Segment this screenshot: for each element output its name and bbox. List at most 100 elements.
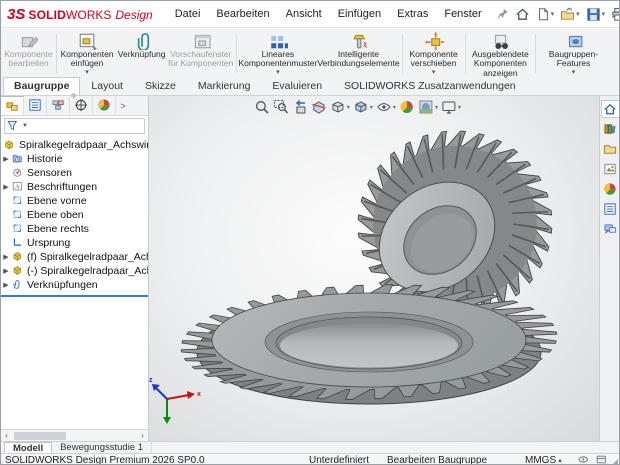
panel-tab-displaymanager[interactable] bbox=[93, 96, 116, 115]
status-panel-icon[interactable] bbox=[595, 455, 609, 465]
dropdown-caret-icon[interactable]: ▾ bbox=[370, 104, 373, 111]
filter-caret-icon[interactable]: ▼ bbox=[22, 123, 28, 129]
unit-system-caret-icon[interactable]: ▲ bbox=[557, 458, 563, 464]
open-button[interactable]: ▾ bbox=[557, 5, 583, 24]
unit-system-selector[interactable]: MMGS bbox=[525, 455, 556, 465]
ribbon-button-lineares-komponentenmuster[interactable]: Lineares Komponentenmuster▾ bbox=[238, 30, 317, 77]
expand-arrow-icon[interactable]: ▶ bbox=[1, 183, 11, 191]
dropdown-caret-icon[interactable]: ▾ bbox=[602, 10, 606, 18]
tree-item-sensors[interactable]: Sensoren bbox=[1, 166, 148, 180]
apply-scene-button[interactable]: ▾ bbox=[418, 99, 438, 115]
view-orientation-button[interactable]: ▾ bbox=[330, 99, 350, 115]
tab-baugruppe[interactable]: Baugruppe bbox=[3, 77, 80, 95]
dropdown-caret-icon[interactable]: ▾ bbox=[572, 69, 576, 78]
ribbon-button-ausgeblendete-komponenten-anzeigen[interactable]: Ausgeblendete Komponenten anzeigen bbox=[468, 30, 534, 77]
appearances-button[interactable] bbox=[601, 180, 620, 198]
dropdown-caret-icon[interactable]: ▾ bbox=[458, 104, 461, 111]
expand-arrow-icon[interactable]: ▶ bbox=[1, 253, 11, 261]
tab-skizze[interactable]: Skizze bbox=[134, 77, 187, 95]
expand-arrow-icon[interactable]: ▶ bbox=[1, 155, 11, 163]
pin-button[interactable] bbox=[494, 5, 512, 23]
zoom-to-fit-button[interactable] bbox=[254, 99, 270, 115]
forum-button[interactable] bbox=[601, 220, 620, 238]
print-button[interactable]: ▾ bbox=[608, 5, 620, 24]
tree-item-plane[interactable]: Ebene oben bbox=[1, 208, 148, 222]
tree-item-annotations[interactable]: ▶ABeschriftungen bbox=[1, 180, 148, 194]
section-view-button[interactable] bbox=[311, 99, 327, 115]
tree-item-label: Spiralkegelradpaar_Achswinkel_120_25 bbox=[19, 139, 148, 151]
hide-show-items-icon bbox=[376, 99, 392, 115]
panel-tab-dimxpertmanager[interactable] bbox=[70, 96, 93, 115]
origin bbox=[12, 237, 25, 250]
tab-layout[interactable]: Layout bbox=[80, 77, 134, 95]
file-explorer-button[interactable] bbox=[601, 140, 620, 158]
tab-evaluieren[interactable]: Evaluieren bbox=[261, 77, 333, 95]
quick-access-toolbar: ▾▾▾▾▾? bbox=[494, 5, 620, 24]
tree-item-assembly[interactable]: Spiralkegelradpaar_Achswinkel_120_25 bbox=[1, 138, 148, 152]
ribbon-button-baugruppen-features[interactable]: Baugruppen-Features▾ bbox=[538, 30, 609, 77]
rollback-bar[interactable] bbox=[1, 295, 148, 297]
tree-item-history[interactable]: ▶Historie bbox=[1, 152, 148, 166]
scroll-left-icon[interactable]: ‹ bbox=[1, 431, 12, 440]
tab-markierung[interactable]: Markierung bbox=[187, 77, 262, 95]
custom-properties-button[interactable] bbox=[601, 200, 620, 218]
menu-item-datei[interactable]: Datei bbox=[167, 4, 209, 24]
ribbon-button-komponente-verschieben[interactable]: Komponente verschieben▾ bbox=[404, 30, 462, 77]
ribbon-button-intelligente-verbindungselemente[interactable]: Intelligente Verbindungselemente bbox=[317, 30, 399, 77]
model-tab-bewegungsstudie-1[interactable]: Bewegungsstudie 1 bbox=[52, 442, 152, 453]
menu-item-extras[interactable]: Extras bbox=[389, 4, 436, 24]
dropdown-caret-icon[interactable]: ▾ bbox=[347, 104, 350, 111]
menu-item-bearbeiten[interactable]: Bearbeiten bbox=[208, 4, 277, 24]
panel-tab-configurationmanager[interactable] bbox=[47, 96, 70, 115]
design-library-button[interactable] bbox=[601, 120, 620, 138]
graphics-viewport[interactable]: ▾ ▾ ▾ ▾ ▾ xz bbox=[149, 96, 599, 441]
tree-item-plane[interactable]: Ebene vorne bbox=[1, 194, 148, 208]
ribbon-button-verknüpfung[interactable]: Verknüpfung bbox=[115, 30, 168, 77]
home-button[interactable] bbox=[512, 5, 533, 24]
triad-z-label: z bbox=[149, 377, 153, 384]
tree-item-part[interactable]: ▶(-) Spiralkegelradpaar_Achswinkel bbox=[1, 264, 148, 278]
expand-arrow-icon[interactable]: ▶ bbox=[1, 281, 11, 289]
menu-item-ansicht[interactable]: Ansicht bbox=[278, 4, 330, 24]
previous-view-button[interactable] bbox=[292, 99, 308, 115]
task-pane-bar bbox=[599, 96, 620, 441]
resources-home-button[interactable] bbox=[601, 100, 620, 118]
menu-item-einfügen[interactable]: Einfügen bbox=[330, 4, 389, 24]
save-button[interactable]: ▾ bbox=[583, 5, 609, 24]
scrollbar-thumb[interactable] bbox=[14, 432, 66, 440]
tree-item-plane[interactable]: Ebene rechts bbox=[1, 222, 148, 236]
dropdown-caret-icon[interactable]: ▾ bbox=[435, 104, 438, 111]
tree-item-part[interactable]: ▶(f) Spiralkegelradpaar_Achswinkel bbox=[1, 250, 148, 264]
display-style-button[interactable]: ▾ bbox=[353, 99, 373, 115]
dropdown-caret-icon[interactable]: ▾ bbox=[551, 10, 555, 18]
logo-suffix: Design bbox=[115, 8, 152, 22]
zoom-to-area-button[interactable] bbox=[273, 99, 289, 115]
view-palette-button[interactable] bbox=[601, 160, 620, 178]
panel-tab-propertymanager[interactable] bbox=[24, 96, 47, 115]
tag-icon[interactable] bbox=[577, 455, 591, 465]
panel-tabs-expand-icon[interactable]: > bbox=[116, 96, 130, 115]
view-settings-button[interactable]: ▾ bbox=[441, 99, 461, 115]
tree-horizontal-scrollbar[interactable]: ‹ › bbox=[1, 429, 148, 441]
new-document-button[interactable]: ▾ bbox=[533, 5, 558, 24]
tree-item-mates[interactable]: ▶Verknüpfungen bbox=[1, 278, 148, 292]
tab-solidworks-zusatzanwendungen[interactable]: SOLIDWORKS Zusatzanwendungen bbox=[333, 77, 527, 95]
panel-tab-featuremanager-tree[interactable] bbox=[1, 96, 24, 115]
model-tab-modell[interactable]: Modell bbox=[4, 442, 52, 453]
scroll-right-icon[interactable]: › bbox=[137, 431, 148, 440]
part bbox=[12, 251, 25, 264]
panel-resize-dot[interactable] bbox=[71, 93, 76, 98]
dropdown-caret-icon[interactable]: ▾ bbox=[393, 104, 396, 111]
expand-arrow-icon[interactable]: ▶ bbox=[1, 267, 11, 275]
resize-grip[interactable]: ◢ bbox=[612, 457, 618, 465]
ribbon-button-komponenten-einfügen[interactable]: Komponenten einfügen▾ bbox=[59, 30, 115, 77]
tree-filter[interactable]: ▼ bbox=[4, 118, 145, 134]
edit-appearance-button[interactable] bbox=[399, 99, 415, 115]
gear-assembly-model[interactable]: xz bbox=[149, 96, 599, 441]
menu-item-fenster[interactable]: Fenster bbox=[436, 4, 489, 24]
app-version-text: SOLIDWORKS Design Premium 2026 SP0.0 bbox=[5, 455, 205, 465]
dropdown-caret-icon[interactable]: ▾ bbox=[576, 10, 580, 18]
scrollbar-track[interactable] bbox=[12, 430, 137, 441]
hide-show-items-button[interactable]: ▾ bbox=[376, 99, 396, 115]
tree-item-origin[interactable]: Ursprung bbox=[1, 236, 148, 250]
